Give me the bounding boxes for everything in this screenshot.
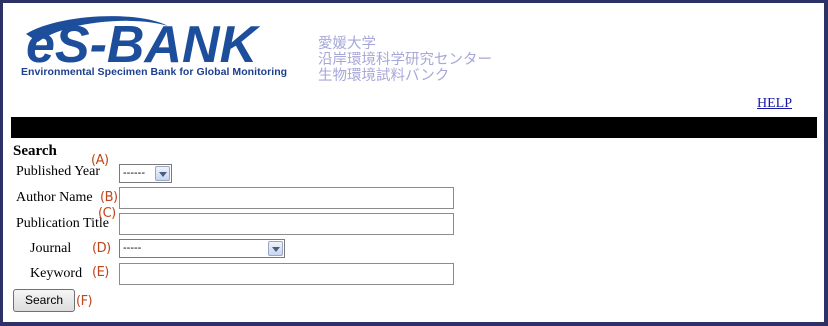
chevron-down-icon (155, 166, 170, 181)
author-name-input[interactable] (119, 187, 454, 209)
publication-title-label: Publication Title (16, 216, 109, 231)
journal-label: Journal (30, 241, 72, 256)
header-bar (11, 117, 817, 138)
search-button[interactable]: Search (13, 289, 75, 312)
marker-b: (B) (100, 190, 118, 205)
marker-c: (C) (98, 206, 116, 221)
author-name-label: Author Name (16, 190, 93, 205)
chevron-down-icon (268, 241, 283, 256)
keyword-label: Keyword (30, 266, 83, 281)
published-year-label: Published Year (16, 164, 101, 179)
marker-e: (E) (92, 265, 109, 280)
help-link[interactable]: HELP (757, 96, 792, 112)
jp-line-university: 愛媛大学 (318, 36, 376, 52)
search-heading: Search (13, 143, 57, 159)
jp-line-bank: 生物環境試料バンク (318, 68, 450, 84)
logo-tagline: Environmental Specimen Bank for Global M… (21, 66, 288, 78)
marker-d: (D) (92, 241, 111, 256)
journal-select[interactable]: ----- (119, 239, 285, 258)
marker-f: (F) (76, 294, 93, 309)
journal-value: ----- (123, 242, 142, 254)
jp-line-center: 沿岸環境科学研究センター (318, 52, 492, 68)
published-year-select[interactable]: ------ (119, 164, 172, 183)
institution-name: 愛媛大学 沿岸環境科学研究センター 生物環境試料バンク (318, 36, 492, 84)
published-year-value: ------ (123, 167, 145, 179)
publication-title-input[interactable] (119, 213, 454, 235)
keyword-input[interactable] (119, 263, 454, 285)
